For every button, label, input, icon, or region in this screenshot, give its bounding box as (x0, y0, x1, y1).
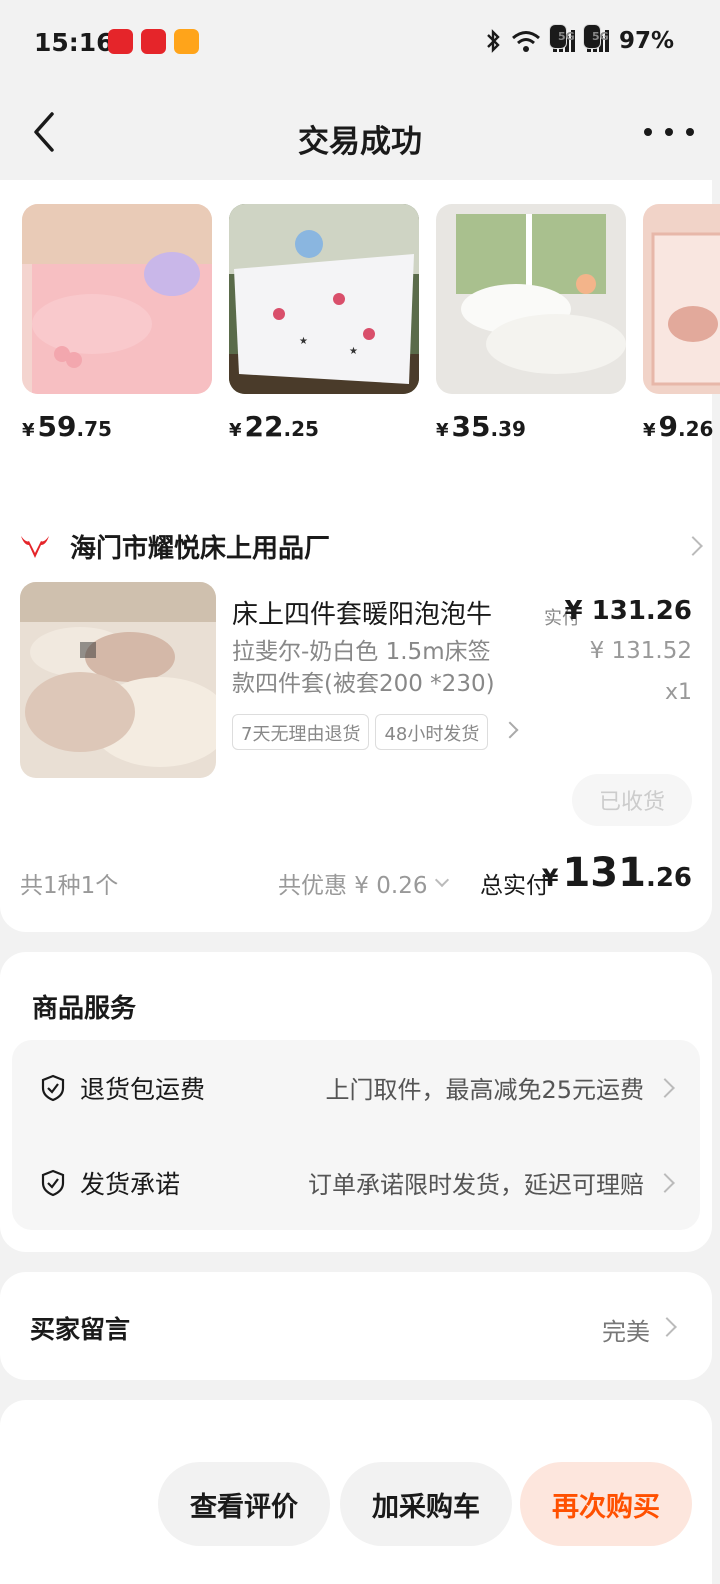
price-decimal: .75 (76, 417, 112, 441)
status-indicators: 5G 5G 97% (485, 24, 674, 54)
product-sku: 拉斐尔-奶白色 1.5m床签 款四件套(被套200 *230) (232, 636, 532, 700)
product-image[interactable] (20, 582, 216, 778)
product-title[interactable]: 床上四件套暖阳泡泡牛 (232, 594, 532, 631)
total-price: ¥ 131 .26 (542, 850, 692, 896)
price-decimal: .26 (678, 417, 714, 441)
signal-icon: 5G (582, 24, 609, 52)
recommendation-price: ¥ 9 .26 (643, 410, 720, 443)
chevron-right-icon (657, 1317, 677, 1337)
page-title: 交易成功 (298, 124, 422, 160)
app-notification-icon (141, 29, 166, 54)
discount-amount: 共优惠 ¥ 0.26 (278, 873, 428, 899)
recommendation-image[interactable]: ★ ★ (229, 204, 419, 394)
status-bar: 15:16 5G 5G 97% (0, 0, 720, 86)
price-decimal: .26 (645, 863, 692, 893)
service-desc: 上门取件，最高减免25元运费 (325, 1076, 644, 1104)
currency-symbol: ¥ (22, 420, 35, 441)
price-decimal: .25 (283, 417, 319, 441)
add-to-cart-button[interactable]: 加采购车 (340, 1462, 512, 1546)
shop-bull-icon (21, 536, 49, 558)
recommendation-price: ¥ 35 .39 (436, 410, 626, 443)
recommendation-item[interactable]: ¥ 59 .75 (22, 204, 212, 443)
price-integer: 35 (451, 410, 491, 443)
shop-row[interactable]: 海门市耀悦床上用品厂 (20, 524, 703, 568)
service-row-return-shipping[interactable]: 退货包运费 上门取件，最高减免25元运费 (12, 1040, 700, 1135)
original-price: ¥ 131.52 (589, 638, 692, 664)
app-notification-icon (108, 29, 133, 54)
chevron-right-icon (655, 1077, 675, 1098)
total-label: 总实付 (480, 873, 549, 899)
paid-price: ¥ 131.26 (564, 596, 692, 626)
chevron-right-icon (655, 1172, 675, 1193)
recommendation-strip[interactable]: ¥ 59 .75 ★ ★ ¥ 22 .25 ¥ 35 .39 ¥ 9 .26 (22, 204, 720, 444)
services-list: 退货包运费 上门取件，最高减免25元运费 发货承诺 订单承诺限时发货，延迟可理赔 (12, 1040, 700, 1230)
status-app-icons (108, 29, 199, 54)
service-desc: 订单承诺限时发货，延迟可理赔 (308, 1171, 644, 1199)
received-button[interactable]: 已收货 (572, 774, 692, 826)
more-dots-icon (686, 128, 694, 136)
bluetooth-icon (487, 29, 500, 53)
chevron-down-icon (435, 872, 450, 888)
buyer-message-value: 完美 (602, 1318, 650, 1346)
shield-check-icon (41, 1074, 65, 1101)
svg-text:★: ★ (299, 336, 308, 347)
service-name: 发货承诺 (80, 1169, 181, 1199)
service-name: 退货包运费 (80, 1074, 206, 1104)
service-tags[interactable]: 7天无理由退货 48小时发货 (232, 714, 522, 750)
more-dots-icon (665, 128, 673, 136)
currency-symbol: ¥ (541, 864, 559, 892)
currency-symbol: ¥ (643, 420, 656, 441)
buyer-message-title: 买家留言 (30, 1315, 131, 1344)
recommendation-item[interactable]: ¥ 35 .39 (436, 204, 626, 443)
quantity: x1 (664, 680, 692, 705)
item-count: 共1种1个 (20, 873, 119, 899)
signal-icon: 5G (548, 24, 575, 52)
battery-level: 97% (618, 28, 674, 54)
chevron-right-icon (683, 536, 703, 556)
price-integer: 22 (244, 410, 284, 443)
buy-again-button[interactable]: 再次购买 (520, 1462, 692, 1546)
services-card: 商品服务 退货包运费 上门取件，最高减免25元运费 发货承诺 订单承诺限时发货，… (0, 952, 712, 1252)
order-card: ¥ 59 .75 ★ ★ ¥ 22 .25 ¥ 35 .39 ¥ 9 .26 海… (0, 180, 720, 932)
services-title: 商品服务 (32, 994, 137, 1024)
service-tag: 7天无理由退货 (232, 714, 370, 750)
recommendation-item[interactable]: ★ ★ ¥ 22 .25 (229, 204, 419, 443)
svg-text:★: ★ (349, 346, 358, 357)
price-decimal: .39 (490, 417, 526, 441)
recommendation-price: ¥ 22 .25 (229, 410, 419, 443)
recommendation-image[interactable] (22, 204, 212, 394)
currency-symbol: ¥ (229, 420, 242, 441)
recommendation-image[interactable] (436, 204, 626, 394)
wifi-icon (511, 31, 540, 52)
page-header: 交易成功 (0, 86, 720, 180)
currency-symbol: ¥ (436, 420, 449, 441)
recommendation-price: ¥ 59 .75 (22, 410, 212, 443)
view-review-button[interactable]: 查看评价 (158, 1462, 330, 1546)
price-integer: 131 (562, 850, 646, 896)
product-sku-line: 款四件套(被套200 *230) (232, 671, 495, 697)
shield-check-icon (41, 1169, 65, 1196)
recommendation-image[interactable] (643, 204, 720, 394)
discount-toggle[interactable]: 共优惠 ¥ 0.26 (278, 866, 450, 900)
buyer-message-row[interactable]: 买家留言 完美 (0, 1272, 712, 1380)
more-options-button[interactable] (644, 112, 694, 152)
product-sku-line: 拉斐尔-奶白色 1.5m床签 (232, 639, 491, 665)
price-integer: 59 (37, 410, 77, 443)
app-notification-icon (174, 29, 199, 54)
status-time: 15:16 (34, 28, 114, 57)
service-row-shipping-promise[interactable]: 发货承诺 订单承诺限时发货，延迟可理赔 (12, 1135, 700, 1230)
network-type: 5G (548, 24, 575, 49)
service-tag: 48小时发货 (375, 714, 489, 750)
network-type: 5G (582, 24, 609, 49)
recommendation-item[interactable]: ¥ 9 .26 (643, 204, 720, 443)
price-integer: 9 (658, 410, 679, 443)
shop-name: 海门市耀悦床上用品厂 (70, 533, 331, 564)
more-dots-icon (644, 128, 652, 136)
